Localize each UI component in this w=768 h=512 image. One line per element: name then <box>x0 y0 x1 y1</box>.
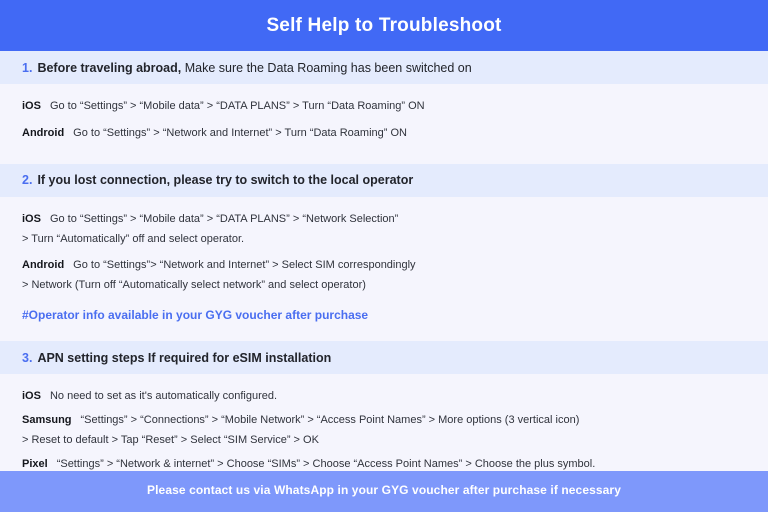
section-heading-3: 3. APN setting steps If required for eSI… <box>0 341 768 375</box>
section-content-1: iOS Go to “Settings” > “Mobile data” > “D… <box>0 84 768 164</box>
section-title-strong-1: Before traveling abroad, <box>37 60 182 75</box>
platform-steps: “Settings” > “Network & internet” > Choo… <box>56 457 596 470</box>
section-title-strong-2: If you lost connection, please try to sw… <box>37 173 414 188</box>
platform-label: iOS <box>22 390 41 403</box>
platform-row: iOS No need to set as it's automatically … <box>22 374 746 404</box>
platform-row-cont: > Turn “Automatically” off and select op… <box>22 227 746 247</box>
platform-label: iOS <box>22 100 41 112</box>
section-heading-2: 2. If you lost connection, please try to… <box>0 163 768 197</box>
section-content-2: iOS Go to “Settings” > “Mobile data” > “D… <box>0 197 768 341</box>
platform-steps: Go to “Settings” > “Network and Internet… <box>73 126 407 139</box>
platform-steps: > Network (Turn off “Automatically selec… <box>22 279 366 292</box>
platform-row: Android Go to “Settings”> “Network and In… <box>22 246 746 273</box>
section-number-1: 1. <box>22 60 33 75</box>
platform-steps: > Reset to default > Tap “Reset” > Selec… <box>22 433 319 446</box>
platform-steps: Go to “Settings” > “Mobile data” > “DATA… <box>49 212 399 225</box>
section-content-3: iOS No need to set as it's automatically … <box>0 374 768 471</box>
platform-steps: “Settings” > “Connections” > “Mobile Net… <box>80 413 580 426</box>
platform-label: Samsung <box>22 413 72 426</box>
page-footer: Please contact us via WhatsApp in your G… <box>0 471 768 512</box>
platform-label: iOS <box>22 212 41 225</box>
platform-steps: Go to “Settings”> “Network and Internet”… <box>73 259 416 272</box>
platform-steps: > Turn “Automatically” off and select op… <box>22 232 245 245</box>
section-number-2: 2. <box>22 173 33 188</box>
platform-row: Pixel “Settings” > “Network & internet” >… <box>22 448 746 472</box>
troubleshoot-infographic: Self Help to Troubleshoot 1. Before trav… <box>0 0 768 512</box>
page-body: 1. Before traveling abroad, Make sure th… <box>0 51 768 472</box>
section-title-rest-1: Make sure the Data Roaming has been swit… <box>184 60 472 75</box>
platform-row: iOS Go to “Settings” > “Mobile data” > “D… <box>22 197 746 227</box>
section-number-3: 3. <box>22 350 33 365</box>
footer-contact-line: Please contact us via WhatsApp in your G… <box>147 483 621 498</box>
platform-label: Pixel <box>22 457 48 470</box>
platform-row: Samsung “Settings” > “Connections” > “Mob… <box>22 404 746 428</box>
platform-row-cont: > Network (Turn off “Automatically selec… <box>22 273 746 293</box>
operator-info-note: #Operator info available in your GYG vou… <box>22 308 369 323</box>
section-title-strong-3: APN setting steps If required for eSIM i… <box>37 350 332 365</box>
platform-row: Android Go to “Settings” > “Network and I… <box>22 114 746 141</box>
section-heading-1: 1. Before traveling abroad, Make sure th… <box>0 51 768 84</box>
platform-label: Android <box>22 126 65 139</box>
page-header: Self Help to Troubleshoot <box>0 0 768 51</box>
platform-label: Android <box>22 259 65 272</box>
platform-row-cont: > Reset to default > Tap “Reset” > Selec… <box>22 428 746 448</box>
platform-row: iOS Go to “Settings” > “Mobile data” > “D… <box>22 84 746 114</box>
platform-steps: Go to “Settings” > “Mobile data” > “DATA… <box>49 100 425 112</box>
platform-steps: No need to set as it's automatically con… <box>49 390 278 403</box>
page-title: Self Help to Troubleshoot <box>266 14 502 36</box>
